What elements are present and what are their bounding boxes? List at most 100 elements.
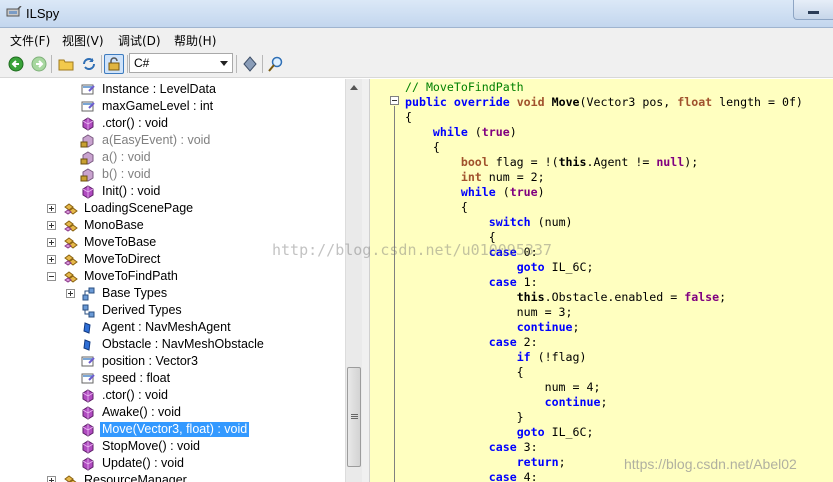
code-view[interactable]: // MoveToFindPath public override void Mo… <box>369 79 833 482</box>
class-icon <box>62 235 78 251</box>
collapse-icon[interactable] <box>47 272 56 281</box>
class-icon <box>62 218 78 234</box>
tree-item[interactable]: position : Vector3 <box>0 353 345 370</box>
scrollbar-thumb[interactable] <box>347 367 361 467</box>
code-line: public override void Move(Vector3 pos, f… <box>405 95 803 109</box>
expand-icon[interactable] <box>66 289 75 298</box>
tree-scrollbar[interactable] <box>345 79 362 482</box>
expand-icon[interactable] <box>47 238 56 247</box>
toolbar-separator <box>127 55 128 73</box>
grip-icon <box>351 414 358 415</box>
minimize-button[interactable] <box>793 0 833 20</box>
code-line: case 2: <box>488 335 538 349</box>
expand-icon[interactable] <box>47 221 56 230</box>
tree-item-label: Agent : NavMeshAgent <box>102 320 231 334</box>
code-line: } <box>405 410 524 424</box>
language-select[interactable]: C# <box>129 53 233 73</box>
tree-item[interactable]: ResourceManager <box>0 472 345 482</box>
method-icon <box>80 422 96 438</box>
tree-item[interactable]: StopMove() : void <box>0 438 345 455</box>
tree-item[interactable]: Awake() : void <box>0 404 345 421</box>
tree-item[interactable]: Instance : LevelData <box>0 81 345 98</box>
code-line: goto IL_6C; <box>516 425 594 439</box>
search-icon[interactable] <box>266 54 286 74</box>
class-icon <box>62 252 78 268</box>
tree-item-label: maxGameLevel : int <box>102 99 214 113</box>
method-icon <box>80 116 96 132</box>
class-icon <box>62 201 78 217</box>
toolbar-separator <box>236 55 237 73</box>
tree-item[interactable]: .ctor() : void <box>0 387 345 404</box>
tree-item[interactable]: maxGameLevel : int <box>0 98 345 115</box>
pane-splitter[interactable] <box>362 79 369 482</box>
scroll-up-arrow-icon[interactable] <box>346 79 362 96</box>
tree-item[interactable]: a() : void <box>0 149 345 166</box>
code-line: goto IL_6C; <box>516 260 594 274</box>
tree-item[interactable]: Update() : void <box>0 455 345 472</box>
tree-item[interactable]: b() : void <box>0 166 345 183</box>
code-comment: // MoveToFindPath <box>405 80 524 94</box>
tree-item[interactable]: Base Types <box>0 285 345 302</box>
method-icon <box>80 184 96 200</box>
tree-item-label: a(EasyEvent) : void <box>102 133 211 147</box>
class-icon <box>62 269 78 285</box>
code-line: num = 4; <box>405 380 601 394</box>
tree-item-label: LoadingScenePage <box>84 201 194 215</box>
menu-file[interactable]: 文件(F) <box>10 32 50 49</box>
toolbar-separator <box>51 55 52 73</box>
tree-item-label: Derived Types <box>102 303 182 317</box>
expand-icon[interactable] <box>47 255 56 264</box>
menu-help[interactable]: 帮助(H) <box>174 32 216 49</box>
tree-item-label: a() : void <box>102 150 151 164</box>
tree-item[interactable]: .ctor() : void <box>0 115 345 132</box>
tree-item[interactable]: Move(Vector3, float) : void <box>0 421 345 438</box>
property-icon <box>80 354 96 370</box>
tree-item[interactable]: a(EasyEvent) : void <box>0 132 345 149</box>
tree-item-label: .ctor() : void <box>102 116 168 130</box>
toolbar-separator <box>262 55 263 73</box>
tree-item-label: position : Vector3 <box>102 354 198 368</box>
code-line: num = 3; <box>405 305 573 319</box>
title-bar: ILSpy <box>0 0 833 28</box>
code-line: while (true) <box>432 125 517 139</box>
toolbar-separator <box>101 55 102 73</box>
code-line: case 4: <box>488 470 538 482</box>
code-line: { <box>405 365 524 379</box>
tree-item[interactable]: speed : float <box>0 370 345 387</box>
tree-item[interactable]: Derived Types <box>0 302 345 319</box>
code-line: return; <box>516 455 566 469</box>
tree-item-label: Init() : void <box>102 184 161 198</box>
tree-item[interactable]: Agent : NavMeshAgent <box>0 319 345 336</box>
show-internals-icon[interactable] <box>104 54 124 74</box>
menu-view[interactable]: 视图(V) <box>62 32 104 49</box>
refresh-icon[interactable] <box>79 54 99 74</box>
tree-item-label: Obstacle : NavMeshObstacle <box>102 337 264 351</box>
toolbar <box>0 50 833 78</box>
assembly-tree: Instance : LevelData maxGameLevel : int .c… <box>0 79 345 482</box>
assembly-icon[interactable] <box>240 54 260 74</box>
collapse-icon[interactable] <box>390 96 399 105</box>
chevron-down-icon <box>220 61 228 66</box>
code-line: continue; <box>516 320 580 334</box>
code-line: { <box>405 200 468 214</box>
method-icon <box>80 439 96 455</box>
class-icon <box>62 473 78 482</box>
tree-item-label: b() : void <box>102 167 151 181</box>
menu-debug[interactable]: 调试(D) <box>118 32 161 49</box>
tree-item[interactable]: MoveToFindPath <box>0 268 345 285</box>
tree-item[interactable]: Obstacle : NavMeshObstacle <box>0 336 345 353</box>
code-line: { <box>405 110 412 124</box>
back-icon[interactable] <box>6 54 26 74</box>
derived-types-icon <box>80 303 96 319</box>
open-folder-icon[interactable] <box>56 54 76 74</box>
tree-item-label: MonoBase <box>84 218 144 232</box>
tree-item[interactable]: MonoBase <box>0 217 345 234</box>
forward-icon[interactable] <box>29 54 49 74</box>
tree-item-label: Update() : void <box>102 456 184 470</box>
expand-icon[interactable] <box>47 476 56 482</box>
expand-icon[interactable] <box>47 204 56 213</box>
tree-item[interactable]: Init() : void <box>0 183 345 200</box>
code-line: continue; <box>544 395 608 409</box>
tree-item[interactable]: LoadingScenePage <box>0 200 345 217</box>
tree-item-label: MoveToDirect <box>84 252 161 266</box>
